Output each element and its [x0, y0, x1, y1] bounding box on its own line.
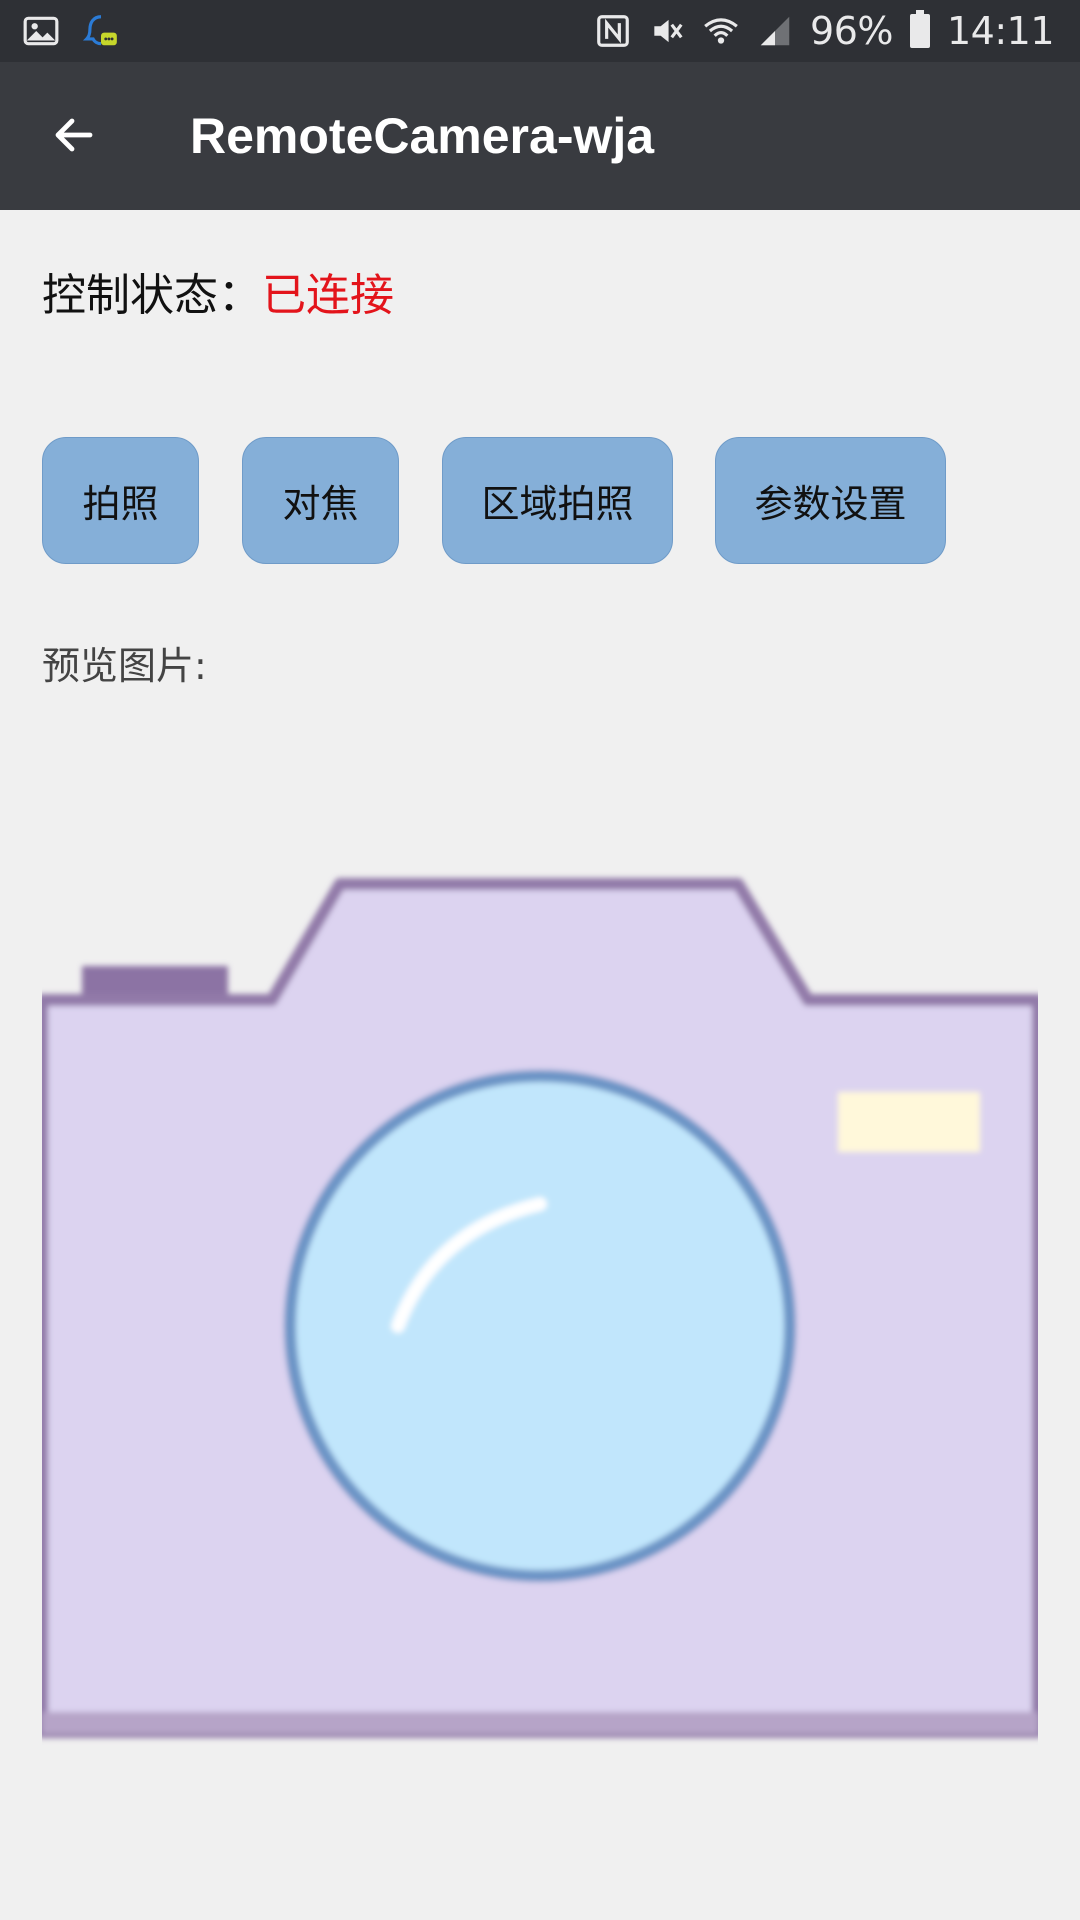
image-icon	[22, 12, 60, 50]
battery-icon	[909, 10, 931, 52]
qq-chat-icon	[82, 12, 120, 50]
back-button[interactable]	[36, 102, 112, 172]
nfc-icon	[594, 12, 632, 50]
preview-label: 预览图片:	[42, 644, 207, 688]
control-status-label: 控制状态：	[42, 270, 262, 321]
mute-icon	[648, 12, 686, 50]
notification-icons	[22, 12, 120, 50]
system-icons: 96% 14:11	[594, 0, 1055, 62]
status-bar: 96% 14:11	[0, 0, 1080, 62]
settings-button[interactable]: 参数设置	[715, 437, 946, 564]
wifi-icon	[702, 12, 740, 50]
arrow-left-icon	[50, 111, 98, 163]
app-title: RemoteCamera-wja	[190, 108, 655, 164]
take-photo-button[interactable]: 拍照	[42, 437, 199, 564]
clock: 14:11	[946, 9, 1055, 53]
area-photo-button[interactable]: 区域拍照	[442, 437, 673, 564]
camera-placeholder-icon	[36, 870, 1044, 1750]
control-status-value: 已连接	[262, 270, 394, 321]
battery-percent: 96%	[810, 9, 893, 53]
app-bar: RemoteCamera-wja	[0, 62, 1080, 210]
control-status: 控制状态：已连接	[42, 266, 394, 326]
focus-button[interactable]: 对焦	[242, 437, 399, 564]
signal-icon	[756, 12, 794, 50]
